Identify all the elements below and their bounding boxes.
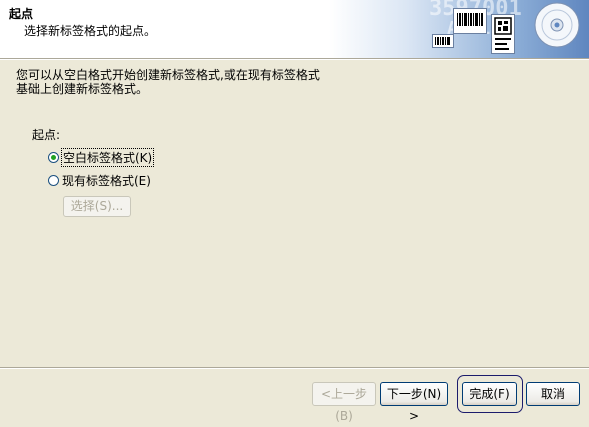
finish-button[interactable]: 完成(F) — [462, 382, 517, 406]
description-text: 您可以从空白格式开始创建新标签格式,或在现有标签格式 基础上创建新标签格式。 — [16, 68, 356, 96]
barcode-label-icon — [453, 8, 487, 34]
description-line-2: 基础上创建新标签格式。 — [16, 82, 149, 96]
radio-button-unchecked[interactable] — [48, 174, 59, 186]
radio-button-checked[interactable] — [48, 151, 59, 163]
select-button[interactable]: 选择(S)... — [63, 196, 131, 217]
start-group-label: 起点: — [32, 128, 61, 142]
page-title: 起点 — [9, 7, 34, 21]
disc-icon — [534, 2, 580, 48]
header-banner-graphic: 3597001 A7-118 — [329, 0, 589, 58]
radio-blank-format-label[interactable]: 空白标签格式(K) — [60, 147, 155, 167]
back-button[interactable]: <上一步(B) — [312, 382, 376, 423]
radio-blank-format[interactable]: 空白标签格式(K) — [48, 147, 155, 167]
small-barcode-tag-icon — [432, 34, 454, 48]
page-subtitle: 选择新标签格式的起点。 — [24, 24, 157, 38]
wizard-header: 3597001 A7-118 — [0, 0, 589, 58]
next-button[interactable]: 下一步(N) > — [380, 382, 448, 423]
description-line-1: 您可以从空白格式开始创建新标签格式,或在现有标签格式 — [16, 68, 320, 82]
header-divider — [0, 58, 589, 60]
cancel-button[interactable]: 取消 — [526, 382, 580, 406]
radio-existing-format[interactable]: 现有标签格式(E) — [48, 172, 151, 188]
footer-divider — [0, 367, 589, 369]
radio-existing-format-label[interactable]: 现有标签格式(E) — [62, 172, 151, 189]
qr-label-icon — [491, 14, 515, 54]
